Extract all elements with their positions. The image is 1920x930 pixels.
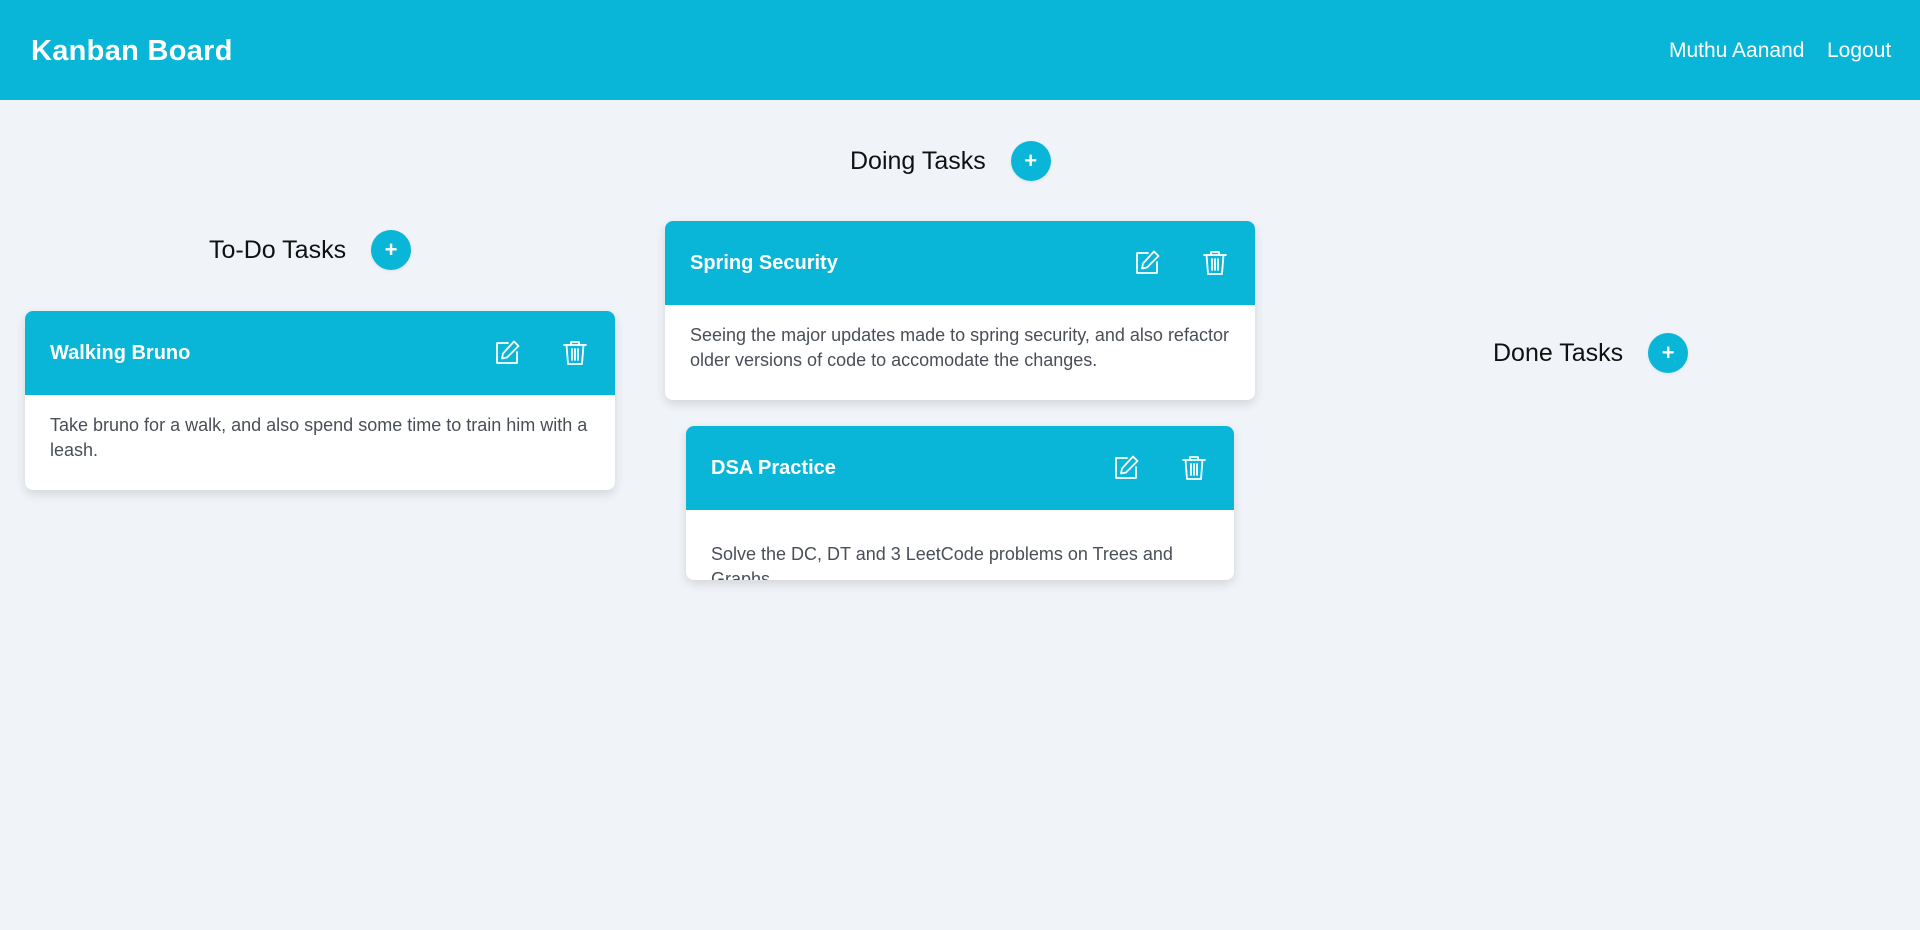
add-doing-task-button[interactable]: + <box>1010 141 1051 181</box>
task-card-header: Spring Security <box>665 221 1255 305</box>
doing-column-title: Doing Tasks <box>850 147 986 175</box>
task-title: DSA Practice <box>711 457 836 479</box>
task-card-header: Walking Bruno <box>25 311 615 395</box>
edit-icon[interactable] <box>1112 454 1140 482</box>
user-name-link[interactable]: Muthu Aanand <box>1669 38 1804 64</box>
brand-title[interactable]: Kanban Board <box>31 34 233 68</box>
todo-column-title: To-Do Tasks <box>209 236 347 264</box>
task-card: Walking Bruno Take bruno for a walk, and… <box>25 311 615 490</box>
edit-icon[interactable] <box>493 339 521 367</box>
trash-icon[interactable] <box>1180 454 1208 482</box>
task-title: Walking Bruno <box>50 342 191 364</box>
task-card: DSA Practice Solve the DC, DT and 3 Leet… <box>686 426 1234 580</box>
task-description: Take bruno for a walk, and also spend so… <box>50 415 588 460</box>
edit-icon[interactable] <box>1133 249 1161 277</box>
done-column-header: Done Tasks + <box>1493 333 1689 373</box>
task-card-header: DSA Practice <box>686 426 1234 510</box>
task-card: Spring Security Seeing the major updates… <box>665 221 1255 400</box>
navbar: Kanban Board Muthu Aanand Logout <box>0 0 1920 100</box>
add-done-task-button[interactable]: + <box>1648 333 1689 373</box>
done-column-title: Done Tasks <box>1493 339 1624 367</box>
task-title: Spring Security <box>690 252 838 274</box>
trash-icon[interactable] <box>1201 249 1229 277</box>
logout-link[interactable]: Logout <box>1827 38 1891 64</box>
task-description: Seeing the major updates made to spring … <box>690 325 1229 370</box>
task-description: Solve the DC, DT and 3 LeetCode problems… <box>711 544 1173 580</box>
trash-icon[interactable] <box>561 339 589 367</box>
todo-column-header: To-Do Tasks + <box>209 230 412 270</box>
add-todo-task-button[interactable]: + <box>371 230 412 270</box>
doing-column-header: Doing Tasks + <box>850 141 1051 181</box>
